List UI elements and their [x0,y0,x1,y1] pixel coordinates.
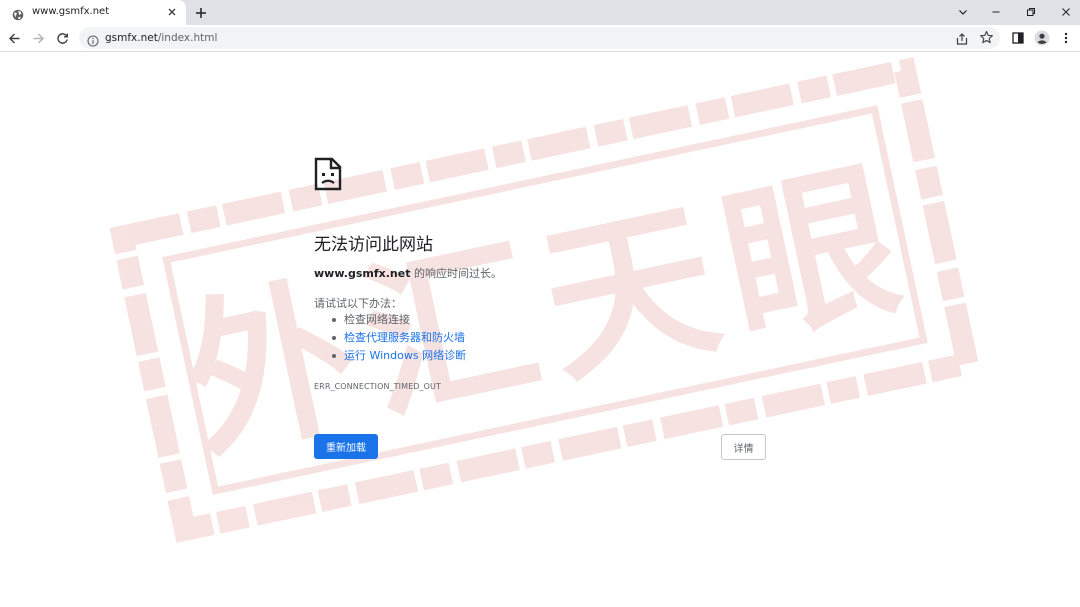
restore-icon[interactable] [1021,3,1041,21]
suggestion-windows-diagnostics-link[interactable]: 运行 Windows 网络诊断 [332,349,466,367]
error-host: www.gsmfx.net [314,267,411,280]
error-summary: www.gsmfx.net 的响应时间过长。 [314,265,502,281]
error-summary-text: 的响应时间过长。 [410,267,502,280]
bookmark-star-icon[interactable] [979,30,994,45]
browser-toolbar: gsmfx.net/index.html [0,25,1080,52]
suggestions-label: 请试试以下办法： [314,297,402,310]
url-path: /index.html [157,32,218,44]
suggestion-check-network: 检查网络连接 [332,313,466,331]
new-tab-plus-icon[interactable] [192,4,209,21]
profile-avatar-icon[interactable] [1033,29,1051,47]
share-icon[interactable] [955,31,969,45]
forward-arrow-icon[interactable] [29,29,47,47]
reload-icon[interactable] [53,29,71,47]
watermark-text: 外汇天眼 [167,138,928,485]
tab-title: www.gsmfx.net [32,6,110,17]
address-url: gsmfx.net/index.html [105,32,217,44]
suggestions-list: 检查网络连接 检查代理服务器和防火墙 运行 Windows 网络诊断 [332,313,466,367]
tab-search-chevron-down-icon[interactable] [953,3,973,21]
tab-close-icon[interactable] [164,4,180,20]
site-info-icon[interactable] [87,32,99,47]
error-heading: 无法访问此网站 [314,235,433,255]
watermark-stamp: 外汇天眼 [109,57,981,543]
more-menu-icon[interactable] [1057,29,1075,47]
suggestion-check-proxy-firewall-link[interactable]: 检查代理服务器和防火墙 [332,331,466,349]
address-bar[interactable]: gsmfx.net/index.html [79,27,1000,49]
globe-icon [12,6,24,21]
sad-document-icon [314,157,342,191]
minimize-icon[interactable] [986,3,1006,21]
details-button[interactable]: 详情 [721,434,766,460]
browser-tab[interactable]: www.gsmfx.net [0,0,186,25]
back-arrow-icon[interactable] [5,29,23,47]
window-close-icon[interactable] [1056,3,1076,21]
error-code: ERR_CONNECTION_TIMED_OUT [314,382,441,391]
tab-strip: www.gsmfx.net [0,0,1080,25]
reload-button[interactable]: 重新加载 [314,434,378,459]
side-panel-icon[interactable] [1009,29,1027,47]
url-host: gsmfx.net [105,32,158,44]
